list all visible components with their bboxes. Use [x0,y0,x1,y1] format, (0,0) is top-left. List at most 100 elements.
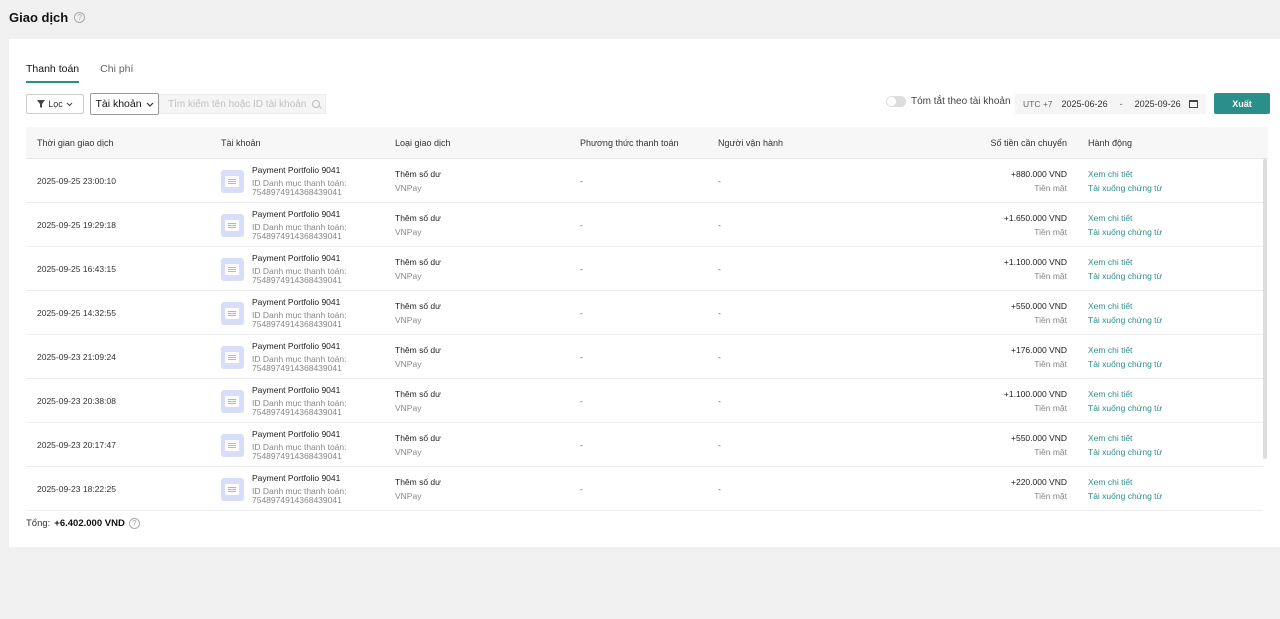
total-row: Tổng: +6.402.000 VND ? [26,518,140,529]
page-header: Giao dịch ? [9,10,86,25]
account-select[interactable]: Tài khoản [90,93,159,115]
export-button[interactable]: Xuất [1214,93,1270,114]
download-receipt-link[interactable]: Tải xuống chứng từ [1088,271,1162,281]
view-details-link[interactable]: Xem chi tiết [1088,301,1132,311]
row-amount: +220.000 VND [1011,477,1067,487]
row-account-name: Payment Portfolio 9041 [252,341,341,351]
view-details-link[interactable]: Xem chi tiết [1088,477,1132,487]
page-title: Giao dịch [9,10,69,25]
header-actions: Hành động [1088,138,1133,148]
row-account-id: ID Danh mục thanh toán: 75489749143684390… [252,179,347,197]
summary-toggle-label: Tóm tắt theo tài khoản [911,96,1011,107]
toolbar: Lọc Tài khoản Tóm tắt theo tài khoản UTC… [26,93,1270,115]
row-account-id-value: 7548974914368439041 [252,187,342,197]
row-operator: - [718,264,721,274]
date-separator: - [1119,99,1123,109]
tabs: Thanh toán Chi phí [26,63,133,83]
total-label: Tổng: [26,518,51,529]
download-receipt-link[interactable]: Tải xuống chứng từ [1088,183,1162,193]
chevron-down-icon [146,102,153,107]
calendar-icon[interactable] [1188,100,1198,108]
download-receipt-link[interactable]: Tải xuống chứng từ [1088,447,1162,457]
row-operator: - [718,440,721,450]
download-receipt-link[interactable]: Tải xuống chứng từ [1088,227,1162,237]
view-details-link[interactable]: Xem chi tiết [1088,213,1132,223]
tab-payments[interactable]: Thanh toán [26,63,80,83]
download-receipt-link[interactable]: Tải xuống chứng từ [1088,359,1162,369]
row-time: 2025-09-25 14:32:55 [37,308,116,318]
account-card-icon [221,170,244,193]
search-input[interactable] [168,98,308,110]
row-account-id: ID Danh mục thanh toán: 75489749143684390… [252,267,347,285]
view-details-link[interactable]: Xem chi tiết [1088,257,1132,267]
view-details-link[interactable]: Xem chi tiết [1088,433,1132,443]
search-box [159,94,326,114]
date-end[interactable]: 2025-09-26 [1135,99,1181,109]
header-type: Loại giao dịch [395,138,451,148]
row-payment-method: - [580,352,583,362]
row-payment-method: - [580,396,583,406]
account-card-icon [221,390,244,413]
row-account-id-value: 7548974914368439041 [252,231,342,241]
row-type: Thêm số dư [395,257,441,267]
row-method: VNPay [395,359,422,369]
row-payment-method: - [580,176,583,186]
view-details-link[interactable]: Xem chi tiết [1088,345,1132,355]
row-method: VNPay [395,183,422,193]
row-type: Thêm số dư [395,345,441,355]
row-operator: - [718,396,721,406]
table-row: 2025-09-25 16:43:15 Payment Portfolio 90… [26,247,1263,291]
row-amount: +880.000 VND [1011,169,1067,179]
header-operator: Người vận hành [718,138,783,148]
table-row: 2025-09-23 21:09:24 Payment Portfolio 90… [26,335,1263,379]
row-payment-method: - [580,264,583,274]
row-type: Thêm số dư [395,301,441,311]
tab-expenses[interactable]: Chi phí [100,63,133,83]
row-payment-method: - [580,220,583,230]
summary-toggle[interactable] [886,96,906,107]
row-type: Thêm số dư [395,169,441,179]
filter-icon [37,100,46,108]
row-account-name: Payment Portfolio 9041 [252,473,341,483]
account-select-label: Tài khoản [95,98,142,110]
row-type: Thêm số dư [395,213,441,223]
download-receipt-link[interactable]: Tải xuống chứng từ [1088,491,1162,501]
row-operator: - [718,352,721,362]
row-amount: +550.000 VND [1011,301,1067,311]
row-type: Thêm số dư [395,433,441,443]
row-operator: - [718,484,721,494]
download-receipt-link[interactable]: Tải xuống chứng từ [1088,403,1162,413]
row-method: VNPay [395,447,422,457]
total-value: +6.402.000 VND [54,518,125,529]
view-details-link[interactable]: Xem chi tiết [1088,169,1132,179]
row-cash: Tiền mặt [1034,271,1067,281]
row-amount: +176.000 VND [1011,345,1067,355]
row-account-id-value: 7548974914368439041 [252,407,342,417]
row-operator: - [718,308,721,318]
header-time: Thời gian giao dịch [37,138,114,148]
date-start[interactable]: 2025-06-26 [1062,99,1108,109]
help-icon[interactable]: ? [74,12,86,23]
search-icon[interactable] [312,100,320,108]
row-amount: +1.100.000 VND [1003,257,1067,267]
row-type: Thêm số dư [395,477,441,487]
row-time: 2025-09-23 18:22:25 [37,484,116,494]
row-payment-method: - [580,440,583,450]
date-range-picker[interactable]: UTC +7 2025-06-26 - 2025-09-26 [1015,94,1206,114]
download-receipt-link[interactable]: Tải xuống chứng từ [1088,315,1162,325]
row-account-name: Payment Portfolio 9041 [252,209,341,219]
table-row: 2025-09-23 20:38:08 Payment Portfolio 90… [26,379,1263,423]
scrollbar-thumb[interactable] [1263,159,1267,459]
filter-button[interactable]: Lọc [26,94,84,114]
row-cash: Tiền mặt [1034,183,1067,193]
help-icon[interactable]: ? [128,518,140,529]
table-scrollbar[interactable] [1263,159,1268,469]
row-account-id: ID Danh mục thanh toán: 75489749143684390… [252,443,347,461]
row-operator: - [718,220,721,230]
transactions-card: Thanh toán Chi phí Lọc Tài khoản Tóm tắt… [9,39,1280,547]
row-account-id: ID Danh mục thanh toán: 75489749143684390… [252,487,347,505]
account-card-icon [221,346,244,369]
row-account-id: ID Danh mục thanh toán: 75489749143684390… [252,399,347,417]
view-details-link[interactable]: Xem chi tiết [1088,389,1132,399]
row-cash: Tiền mặt [1034,447,1067,457]
